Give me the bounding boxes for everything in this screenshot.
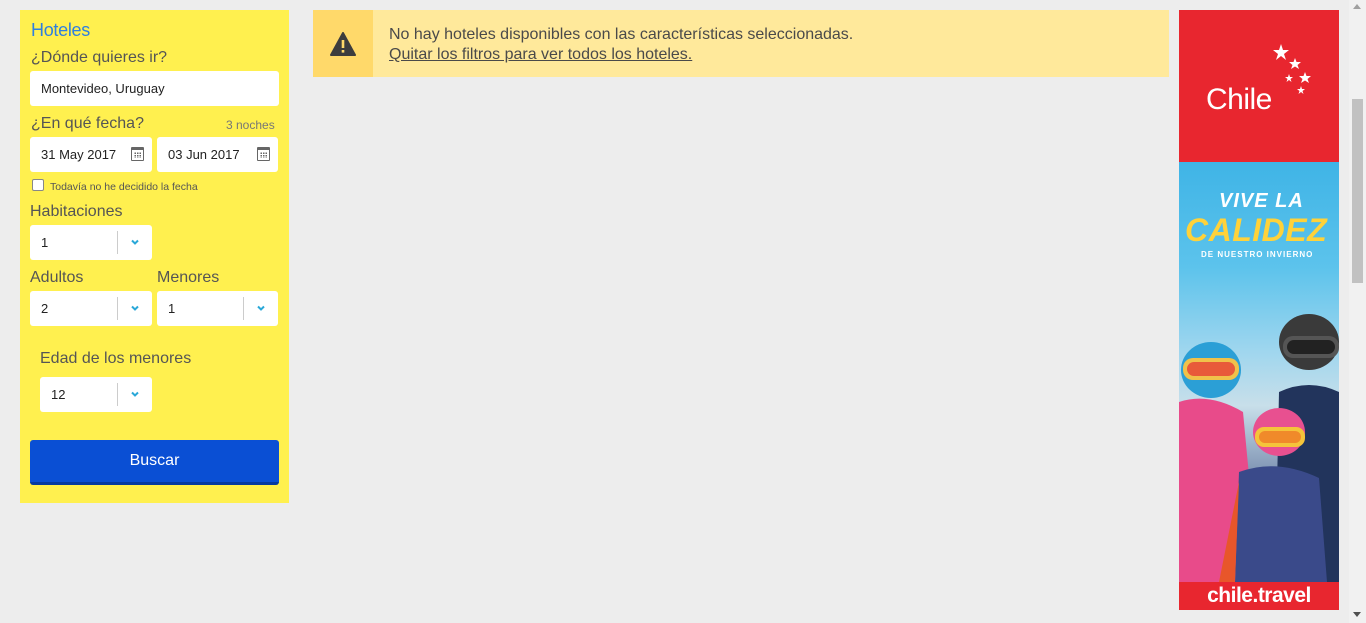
chile-travel-ad[interactable]: Chile VIVE LA CALIDEZ DE NUESTRO INVIERN…	[1179, 10, 1339, 610]
ad-brand-block: Chile	[1179, 10, 1339, 162]
rooms-value: 1	[41, 235, 49, 250]
destination-label: ¿Dónde quieres ir?	[31, 49, 168, 66]
rooms-select[interactable]: 1	[30, 225, 152, 260]
calendar-icon[interactable]	[131, 147, 144, 161]
panel-title: Hoteles	[31, 20, 90, 40]
chevron-down-icon	[131, 305, 139, 311]
checkout-date-field[interactable]: 03 Jun 2017	[157, 137, 278, 172]
minors-select[interactable]: 1	[157, 291, 278, 326]
chevron-down-icon	[257, 305, 265, 311]
scroll-up-icon[interactable]	[1353, 4, 1361, 9]
adults-label: Adultos	[30, 269, 84, 286]
ad-headline-1: VIVE LA	[1219, 190, 1304, 212]
minors-label: Menores	[157, 269, 220, 286]
adults-value: 2	[41, 301, 49, 316]
stars-logo-icon	[1273, 44, 1311, 94]
skiers-illustration	[1179, 314, 1339, 582]
undecided-date-option[interactable]: Todavía no he decidido la fecha	[32, 177, 198, 193]
ad-photo: VIVE LA CALIDEZ DE NUESTRO INVIERNO	[1179, 162, 1339, 582]
chevron-down-icon	[131, 391, 139, 397]
scroll-down-icon[interactable]	[1353, 612, 1361, 617]
checkin-date-field[interactable]: 31 May 2017	[30, 137, 152, 172]
select-divider	[243, 297, 244, 320]
remove-filters-link[interactable]: Quitar los filtros para ver todos los ho…	[389, 45, 853, 65]
checkout-value: 03 Jun 2017	[168, 147, 240, 162]
select-divider	[117, 231, 118, 254]
scrollbar-thumb[interactable]	[1352, 99, 1363, 283]
search-button[interactable]: Buscar	[30, 440, 279, 485]
no-results-alert: No hay hoteles disponibles con las carac…	[313, 10, 1169, 77]
alert-message: No hay hoteles disponibles con las carac…	[389, 26, 854, 43]
select-divider	[117, 383, 118, 406]
checkin-value: 31 May 2017	[41, 147, 117, 162]
warning-icon	[330, 31, 356, 56]
chevron-down-icon	[131, 239, 139, 245]
undecided-date-checkbox[interactable]	[32, 179, 44, 191]
alert-text: No hay hoteles disponibles con las carac…	[389, 25, 853, 65]
undecided-date-label: Todavía no he decidido la fecha	[50, 181, 198, 193]
rooms-label: Habitaciones	[30, 203, 123, 220]
ad-subline: DE NUESTRO INVIERNO	[1201, 250, 1314, 259]
destination-value: Montevideo, Uruguay	[41, 81, 165, 96]
minor-age-value: 12	[51, 387, 66, 402]
ad-footer: chile.travel	[1179, 582, 1339, 610]
ad-brand-name: Chile	[1206, 83, 1272, 116]
hotel-search-panel: Hoteles ¿Dónde quieres ir? Montevideo, U…	[20, 10, 289, 503]
ad-headline-2: CALIDEZ	[1185, 212, 1328, 248]
nights-count: 3 noches	[226, 118, 275, 132]
minors-age-label: Edad de los menores	[40, 350, 192, 367]
adults-select[interactable]: 2	[30, 291, 152, 326]
alert-icon-box	[313, 10, 373, 77]
minor-age-select[interactable]: 12	[40, 377, 152, 412]
calendar-icon[interactable]	[257, 147, 270, 161]
page-scrollbar[interactable]	[1349, 0, 1366, 623]
destination-input[interactable]: Montevideo, Uruguay	[30, 71, 279, 106]
date-label: ¿En qué fecha?	[31, 115, 144, 132]
select-divider	[117, 297, 118, 320]
minors-value: 1	[168, 301, 176, 316]
